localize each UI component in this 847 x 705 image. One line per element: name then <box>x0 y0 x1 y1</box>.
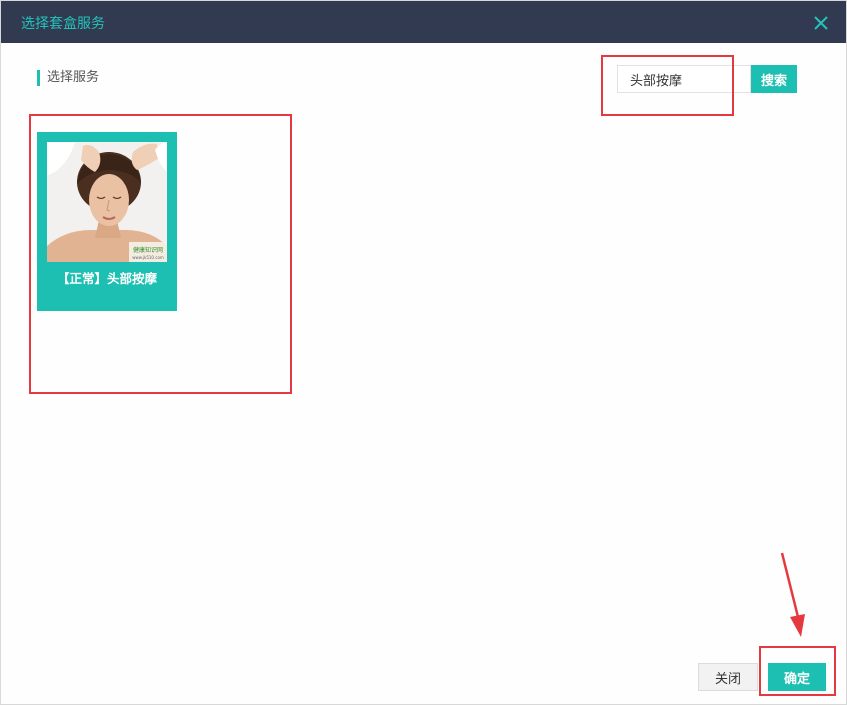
search-input[interactable] <box>617 65 751 93</box>
watermark-text: 健康知识网 <box>133 246 163 254</box>
close-icon[interactable] <box>813 15 829 31</box>
confirm-button[interactable]: 确定 <box>768 663 826 691</box>
dialog-title: 选择套盒服务 <box>21 16 105 32</box>
dialog-titlebar: 选择套盒服务 <box>1 1 846 43</box>
service-card-label: 【正常】头部按摩 <box>56 271 157 286</box>
search-button[interactable]: 搜索 <box>751 65 797 93</box>
watermark-url: www.jk510.com <box>132 255 164 260</box>
select-service-dialog: 选择套盒服务 选择服务 搜索 <box>0 0 847 705</box>
head-massage-photo-icon: 健康知识网 www.jk510.com <box>47 142 167 262</box>
section-title: 选择服务 <box>37 70 99 86</box>
annotation-arrow-icon <box>780 552 805 637</box>
service-card[interactable]: 健康知识网 www.jk510.com 【正常】头部按摩 <box>37 132 177 311</box>
close-button[interactable]: 关闭 <box>698 663 758 691</box>
